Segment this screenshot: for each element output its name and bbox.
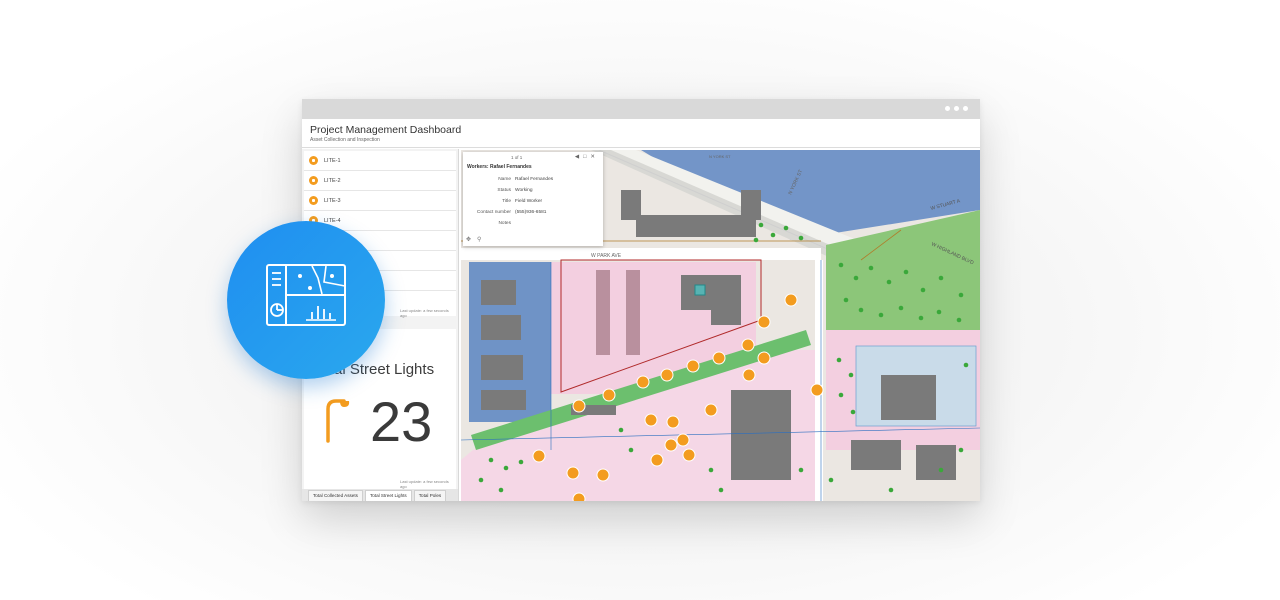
window-menu-dots-icon[interactable]: [945, 106, 968, 111]
zoom-to-icon[interactable]: ⚲: [477, 237, 487, 243]
list-item[interactable]: LITE-3: [304, 191, 456, 211]
popup-pager: 1 of 1: [511, 155, 523, 160]
tab-total-street-lights[interactable]: Total Street Lights: [364, 490, 412, 501]
light-pin-icon: [309, 156, 318, 165]
light-pin-icon: [309, 196, 318, 205]
close-icon[interactable]: ✕: [590, 154, 599, 160]
list-item-label: LITE-3: [324, 197, 341, 204]
pan-icon[interactable]: ✥: [466, 237, 477, 243]
popup-title: Workers: Rafael Fernandes: [467, 164, 532, 170]
indicator-value: 23: [370, 390, 433, 453]
popup-field-key: Name: [498, 177, 511, 182]
dashboard-window: Project Management Dashboard Asset Colle…: [302, 99, 980, 501]
indicator-last-update: Last update: a few seconds ago: [400, 479, 449, 489]
popup-field-row: Contact number (555)936-6581: [463, 210, 603, 220]
feature-popup: 1 of 1 ◀□✕ Workers: Rafael Fernandes Nam…: [463, 152, 603, 246]
worker-marker-icon: [694, 284, 706, 296]
popup-field-row: Title Field Worker: [463, 199, 603, 209]
dashboard-icon: [266, 264, 346, 326]
list-item-label: LITE-1: [324, 157, 341, 164]
street-light-icon: [326, 399, 350, 443]
list-item-label: LITE-2: [324, 177, 341, 184]
popup-controls[interactable]: ◀□✕: [575, 154, 599, 160]
tab-total-poles[interactable]: Total Poles: [413, 490, 447, 501]
list-item-label: LITE-4: [324, 217, 341, 224]
popup-field-row: Status Working: [463, 188, 603, 198]
popup-field-value: (555)936-6581: [515, 210, 547, 215]
window-titlebar: [302, 99, 980, 119]
popup-field-row: Name Rafael Fernandes: [463, 177, 603, 187]
map-road-w-park-ave: [461, 248, 821, 260]
popup-field-value: Working: [515, 188, 533, 193]
list-last-update: Last update: a few seconds ago: [400, 308, 449, 318]
app-header: Project Management Dashboard Asset Colle…: [302, 119, 980, 148]
popup-field-value: Rafael Fernandes: [515, 177, 554, 182]
list-item[interactable]: LITE-1: [304, 151, 456, 171]
popup-field-value: Field Worker: [515, 199, 543, 204]
popup-field-key: Contact number: [476, 210, 511, 215]
map-road-n-york-st: [815, 260, 823, 501]
light-pin-icon: [309, 176, 318, 185]
map-view[interactable]: W PARK AVE N YORK ST N YORK ST W STUART …: [461, 150, 980, 501]
popup-field-key: Title: [502, 199, 511, 204]
popup-tools[interactable]: ✥⚲: [466, 236, 487, 243]
list-item[interactable]: LITE-2: [304, 171, 456, 191]
popup-field-key: Status: [497, 188, 511, 193]
svg-text:W PARK AVE: W PARK AVE: [591, 253, 622, 259]
indicator-tabs: Total Collected Assets Total Street Ligh…: [302, 489, 458, 501]
tab-total-collected-assets[interactable]: Total Collected Assets: [308, 490, 363, 501]
app-title: Project Management Dashboard: [310, 124, 462, 136]
dashboard-badge: [227, 221, 385, 379]
prev-icon[interactable]: ◀: [575, 154, 583, 160]
svg-text:N YORK ST: N YORK ST: [709, 154, 731, 159]
app-subtitle: Asset Collection and Inspection: [310, 137, 380, 143]
popup-field-row: Notes: [463, 221, 603, 231]
popup-field-key: Notes: [498, 221, 511, 226]
